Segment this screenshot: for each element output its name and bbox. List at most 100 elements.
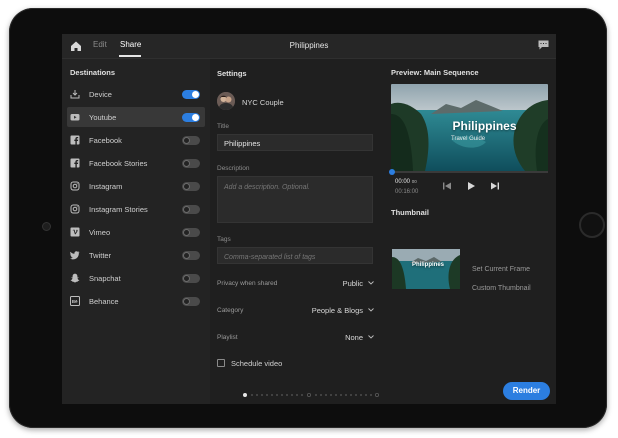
destination-label: Behance (89, 297, 119, 306)
preview-panel: Preview: Main Sequence Philippines Trave… (380, 59, 556, 404)
step-back-icon[interactable] (442, 181, 452, 191)
destination-label: Twitter (89, 251, 112, 260)
account-name: NYC Couple (242, 98, 284, 107)
toggle-knob (183, 160, 190, 167)
destination-label: Device (89, 90, 112, 99)
settings-heading: Settings (217, 69, 247, 78)
video-title-overlay: Philippines (452, 119, 517, 133)
toggle-knob (183, 252, 190, 259)
destination-behance[interactable]: Bē Behance (67, 291, 205, 311)
tags-placeholder: Comma-separated list of tags (224, 254, 316, 261)
destination-label: Snapchat (89, 274, 121, 283)
front-camera (42, 222, 51, 231)
playlist-label: Playlist (217, 334, 238, 341)
step-forward-icon[interactable] (490, 181, 500, 191)
destination-instagram[interactable]: Instagram (67, 176, 205, 196)
title-value: Philippines (224, 139, 261, 148)
destination-label: Vimeo (89, 228, 111, 237)
category-select[interactable]: People & Blogs (280, 306, 363, 315)
tags-input[interactable]: Comma-separated list of tags (217, 247, 373, 264)
destinations-heading: Destinations (70, 68, 116, 77)
chevron-down-icon[interactable] (368, 308, 374, 312)
project-title: Philippines (289, 41, 329, 50)
category-label: Category (217, 307, 244, 314)
current-timecode: 00:00 00 (395, 179, 417, 185)
device-export-icon (70, 90, 80, 99)
destination-youtube[interactable]: Youtube (67, 107, 205, 127)
preview-heading: Preview: Main Sequence (391, 68, 479, 77)
destination-label: Instagram Stories (89, 205, 148, 214)
toggle-knob (183, 206, 190, 213)
toggle-device[interactable] (182, 90, 200, 99)
toggle-knob (183, 275, 190, 282)
destination-facebook-stories[interactable]: Facebook Stories (67, 153, 205, 173)
toggle-facebook-stories[interactable] (182, 159, 200, 168)
destination-label: Facebook Stories (89, 159, 148, 168)
settings-panel: Settings NYC Couple Title Philippines De… (210, 59, 380, 404)
toggle-knob (183, 137, 190, 144)
top-bar: Edit Share Philippines (62, 34, 556, 59)
toggle-vimeo[interactable] (182, 228, 200, 237)
schedule-checkbox[interactable] (217, 359, 225, 367)
toggle-behance[interactable] (182, 297, 200, 306)
playback-scrubber[interactable] (391, 171, 548, 173)
snapchat-icon (70, 273, 80, 283)
duration-timecode: 00:16:00 (395, 189, 419, 195)
tags-label: Tags (217, 236, 231, 243)
destination-device[interactable]: Device (67, 84, 205, 104)
render-button[interactable]: Render (503, 382, 550, 400)
chevron-down-icon[interactable] (368, 335, 374, 339)
destination-instagram-stories[interactable]: Instagram Stories (67, 199, 205, 219)
instagram-icon (70, 204, 80, 214)
scrubber-handle[interactable] (389, 169, 395, 175)
description-placeholder: Add a description. Optional. (224, 184, 310, 191)
toggle-knob (192, 91, 199, 98)
toggle-twitter[interactable] (182, 251, 200, 260)
toggle-snapchat[interactable] (182, 274, 200, 283)
set-current-frame-button[interactable]: Set Current Frame (472, 266, 530, 273)
destination-vimeo[interactable]: Vimeo (67, 222, 205, 242)
home-button[interactable] (579, 212, 605, 238)
active-tab-indicator (119, 55, 141, 57)
destinations-panel: Destinations Device Youtube Facebook Fac… (62, 59, 210, 404)
destination-snapchat[interactable]: Snapchat (67, 268, 205, 288)
video-subtitle-overlay: Travel Guide (451, 136, 486, 142)
title-input[interactable]: Philippines (217, 134, 373, 151)
toggle-knob (183, 229, 190, 236)
schedule-label: Schedule video (231, 359, 283, 368)
instagram-icon (70, 181, 80, 191)
chevron-down-icon[interactable] (368, 281, 374, 285)
thumbnail-image (392, 249, 460, 289)
toggle-facebook[interactable] (182, 136, 200, 145)
description-input[interactable]: Add a description. Optional. (217, 176, 373, 223)
twitter-icon (70, 251, 80, 260)
destination-facebook[interactable]: Facebook (67, 130, 205, 150)
toggle-knob (192, 114, 199, 121)
video-preview[interactable]: Philippines Travel Guide (391, 84, 548, 171)
toggle-instagram-stories[interactable] (182, 205, 200, 214)
app-screen: Edit Share Philippines Destinations Devi… (62, 34, 556, 404)
play-icon[interactable] (466, 181, 476, 191)
current-time: 00:00 (395, 179, 411, 185)
toggle-instagram[interactable] (182, 182, 200, 191)
feedback-icon[interactable] (538, 40, 549, 50)
playlist-select[interactable]: None (300, 333, 363, 342)
thumbnail-title-overlay: Philippines (412, 262, 445, 268)
destination-label: Youtube (89, 113, 117, 122)
privacy-label: Privacy when shared (217, 280, 278, 287)
description-label: Description (217, 165, 250, 172)
toggle-youtube[interactable] (182, 113, 200, 122)
facebook-icon (70, 135, 80, 145)
svg-text:Bē: Bē (72, 299, 78, 304)
vimeo-icon (70, 227, 80, 237)
privacy-select[interactable]: Public (300, 279, 363, 288)
thumbnail-preview[interactable]: Philippines (392, 249, 460, 289)
destination-twitter[interactable]: Twitter (67, 245, 205, 265)
avatar (217, 92, 235, 110)
page-indicator (243, 392, 379, 398)
custom-thumbnail-button[interactable]: Custom Thumbnail (472, 285, 531, 292)
destination-label: Instagram (89, 182, 123, 191)
title-label: Title (217, 123, 230, 130)
thumbnail-heading: Thumbnail (391, 208, 429, 217)
destination-label: Facebook (89, 136, 122, 145)
